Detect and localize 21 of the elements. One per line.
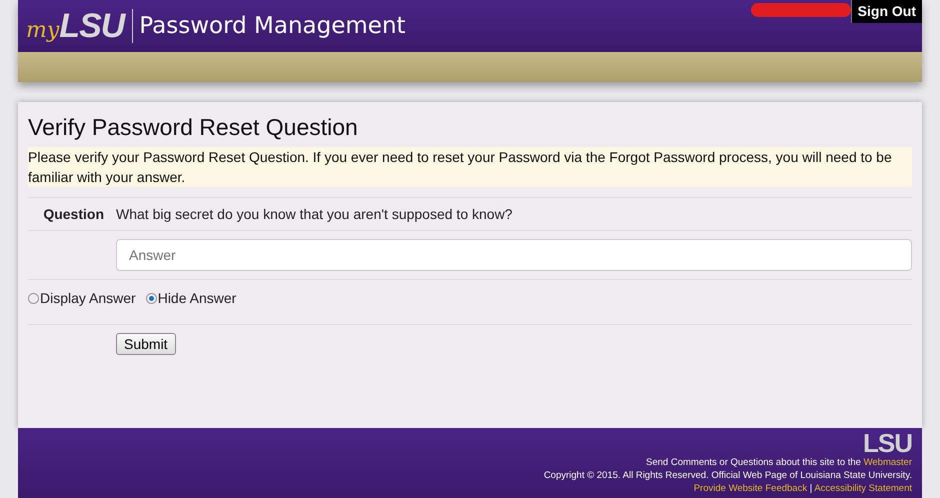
- webmaster-link[interactable]: Webmaster: [864, 457, 912, 468]
- sign-out-link[interactable]: Sign Out: [850, 0, 922, 23]
- form-heading: Verify Password Reset Question: [28, 114, 359, 141]
- question-label: Question: [42, 206, 105, 222]
- notice-text: Please verify your Password Reset Question. If you ever need to reset your Password via the Forgot Password process, you will need to be familiar with your answer.: [28, 147, 912, 187]
- copyright-text: Copyright © 2015. All Rights Reserved. Official Web Page of Louisiana State University.: [544, 469, 912, 482]
- radio-label[interactable]: Hide Answer: [158, 290, 236, 306]
- answer-field[interactable]: Answer: [116, 239, 912, 271]
- link-separator: |: [810, 483, 812, 494]
- radio-button[interactable]: [28, 292, 39, 304]
- page-title: Password Management: [132, 9, 406, 43]
- comments-text: Send Comments or Questions about this site to the: [646, 457, 861, 468]
- logo-prefix: my: [26, 18, 60, 42]
- accessibility-link[interactable]: Accessibility Statement: [814, 483, 912, 494]
- radio-label[interactable]: Display Answer: [40, 290, 136, 306]
- question-text: What big secret do you know that you aren't supposed to know?: [116, 206, 512, 222]
- feedback-link[interactable]: Provide Website Feedback: [694, 483, 808, 494]
- logo: LSU: [59, 6, 124, 46]
- radio-button[interactable]: [146, 292, 157, 304]
- submit-button[interactable]: Submit: [116, 333, 176, 355]
- footer-logo: LSU: [863, 430, 912, 456]
